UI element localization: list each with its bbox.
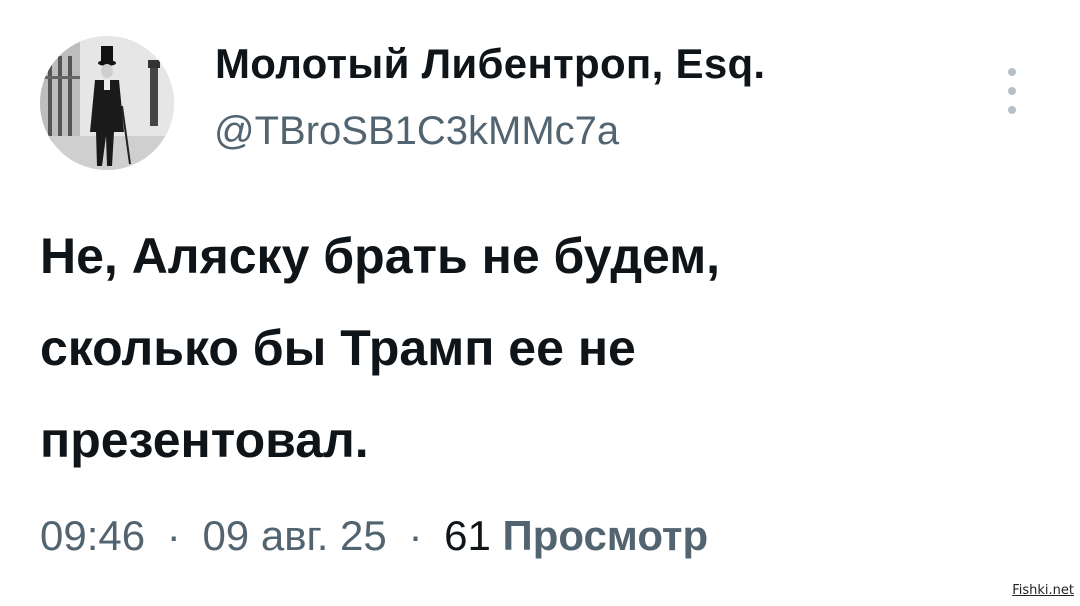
more-dot <box>1008 87 1016 95</box>
views-label: Просмотр <box>502 512 709 559</box>
more-vertical-icon[interactable] <box>998 68 1026 114</box>
author-display-name[interactable]: Молотый Либентроп, Esq. <box>215 38 765 90</box>
tweet-text-line: Не, Аляску брать не будем, <box>40 228 721 284</box>
tweet-text-line: сколько бы Трамп ее не <box>40 320 636 376</box>
tweet-time[interactable]: 09:46 <box>40 512 145 559</box>
meta-separator: · <box>166 512 181 559</box>
author-handle[interactable]: @TBroSB1C3kMMc7a <box>214 106 619 156</box>
tweet-text: Не, Аляску брать не будем, сколько бы Тр… <box>40 210 1040 486</box>
avatar[interactable] <box>40 36 174 170</box>
tweet-card: Молотый Либентроп, Esq. @TBroSB1C3kMMc7a… <box>0 0 1080 606</box>
more-dot <box>1008 68 1016 76</box>
tweet-text-line: презентовал. <box>40 412 369 468</box>
more-dot <box>1008 106 1016 114</box>
watermark: Fishki.net <box>1012 583 1074 598</box>
views-count: 61 <box>444 512 491 559</box>
tweet-date[interactable]: 09 авг. 25 <box>202 512 386 559</box>
avatar-photo <box>40 36 174 170</box>
meta-separator: · <box>408 512 423 559</box>
tweet-metadata: 09:46 · 09 авг. 25 · 61 Просмотр <box>40 508 708 564</box>
